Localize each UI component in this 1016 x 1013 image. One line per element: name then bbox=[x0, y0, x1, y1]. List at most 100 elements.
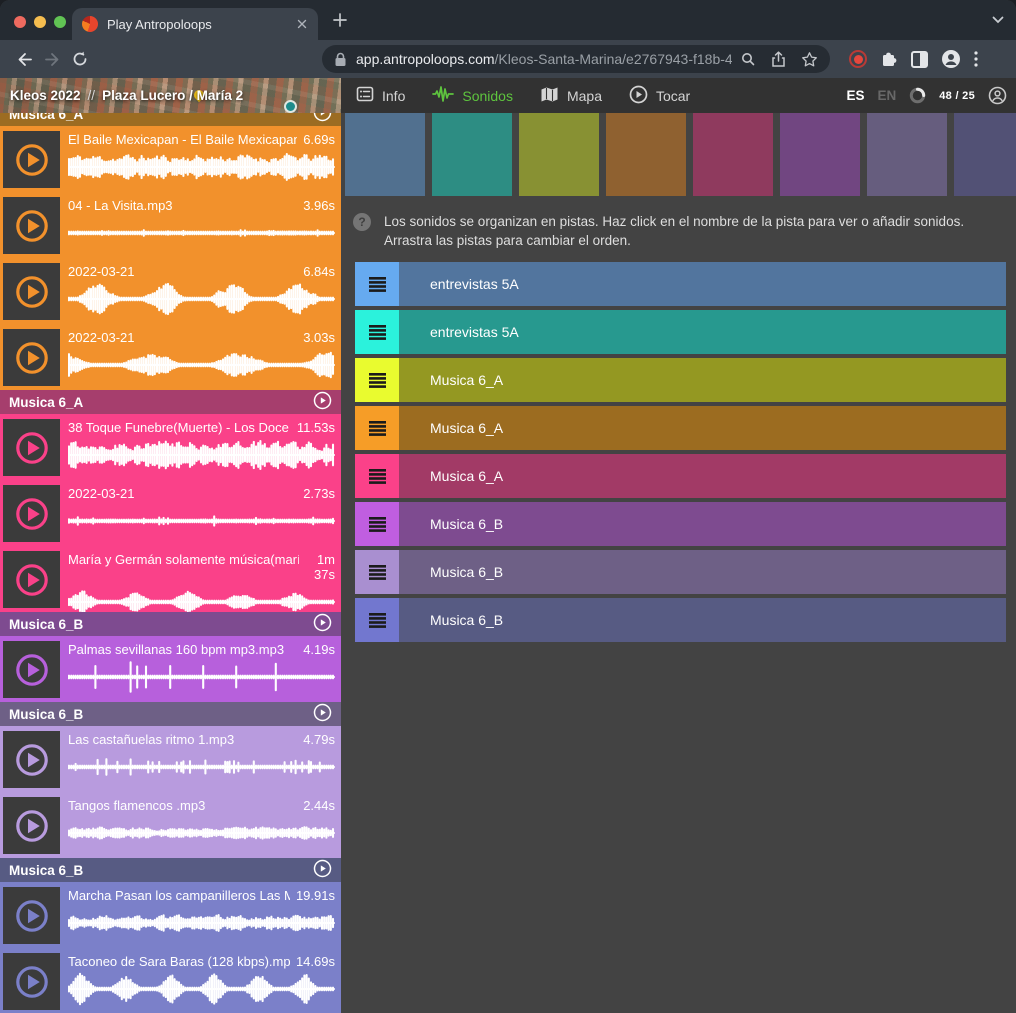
section-header[interactable]: Musica 6_A bbox=[0, 390, 341, 414]
track-drag-handle[interactable] bbox=[355, 358, 399, 402]
track-drag-handle[interactable] bbox=[355, 406, 399, 450]
section-header[interactable]: Musica 6_B bbox=[0, 858, 341, 882]
breadcrumb-project[interactable]: Kleos 2022 bbox=[10, 88, 81, 103]
clip-waveform[interactable] bbox=[68, 280, 335, 318]
side-panel-icon[interactable] bbox=[911, 51, 928, 68]
track-drag-handle[interactable] bbox=[355, 502, 399, 546]
section-play-circle-icon[interactable] bbox=[313, 703, 332, 725]
clip-waveform[interactable] bbox=[68, 346, 335, 384]
clip-waveform[interactable] bbox=[68, 148, 335, 186]
tab-info[interactable]: Info bbox=[356, 85, 405, 106]
close-window-button[interactable] bbox=[14, 16, 26, 28]
track-drag-handle[interactable] bbox=[355, 550, 399, 594]
track-name[interactable]: entrevistas 5A bbox=[399, 262, 1006, 306]
clip-duration: 4.79s bbox=[303, 732, 335, 747]
clip-play-button[interactable] bbox=[3, 641, 60, 698]
address-bar[interactable]: app.antropoloops.com/Kleos-Santa-Marina/… bbox=[322, 45, 830, 73]
clip-play-button[interactable] bbox=[3, 953, 60, 1010]
track-drag-handle[interactable] bbox=[355, 262, 399, 306]
forward-button[interactable] bbox=[38, 45, 66, 73]
track-color-swatch[interactable] bbox=[693, 113, 773, 196]
clip-duration: 3.03s bbox=[303, 330, 335, 345]
track-name[interactable]: Musica 6_A bbox=[399, 406, 1006, 450]
extensions-puzzle-icon[interactable] bbox=[880, 50, 898, 68]
lang-en[interactable]: EN bbox=[877, 88, 896, 103]
record-extension-icon[interactable] bbox=[849, 50, 867, 68]
section-play-circle-icon[interactable] bbox=[313, 113, 332, 125]
track-name[interactable]: Musica 6_B bbox=[399, 502, 1006, 546]
tab-close-icon[interactable] bbox=[296, 18, 308, 30]
track-row[interactable]: Musica 6_B bbox=[355, 598, 1006, 642]
tab-tocar[interactable]: Tocar bbox=[629, 85, 690, 107]
track-color-swatch[interactable] bbox=[606, 113, 686, 196]
track-color-swatch[interactable] bbox=[432, 113, 512, 196]
browser-tab[interactable]: Play Antropoloops bbox=[72, 8, 318, 40]
section-play-circle-icon[interactable] bbox=[313, 613, 332, 635]
clip-play-button[interactable] bbox=[3, 485, 60, 542]
browser-menu-kebab-icon[interactable] bbox=[974, 51, 978, 67]
section-header[interactable]: Musica 6_B bbox=[0, 612, 341, 636]
clip-play-button[interactable] bbox=[3, 131, 60, 188]
tab-sonidos[interactable]: Sonidos bbox=[432, 85, 513, 106]
clip-waveform[interactable] bbox=[68, 748, 335, 786]
track-name[interactable]: Musica 6_A bbox=[399, 358, 1006, 402]
drag-handle-icon bbox=[369, 613, 386, 628]
new-tab-button[interactable] bbox=[332, 12, 348, 28]
track-name[interactable]: Musica 6_B bbox=[399, 598, 1006, 642]
zoom-page-icon[interactable] bbox=[740, 51, 756, 67]
account-icon[interactable] bbox=[988, 86, 1007, 105]
track-row[interactable]: Musica 6_A bbox=[355, 358, 1006, 402]
track-row[interactable]: Musica 6_A bbox=[355, 454, 1006, 498]
track-drag-handle[interactable] bbox=[355, 310, 399, 354]
track-row[interactable]: Musica 6_B bbox=[355, 550, 1006, 594]
section-header[interactable]: Musica 6_A bbox=[0, 113, 341, 126]
section-header[interactable]: Musica 6_B bbox=[0, 702, 341, 726]
bookmark-star-icon[interactable] bbox=[801, 51, 818, 68]
clip-play-button[interactable] bbox=[3, 731, 60, 788]
minimize-window-button[interactable] bbox=[34, 16, 46, 28]
track-name[interactable]: entrevistas 5A bbox=[399, 310, 1006, 354]
url-text[interactable]: app.antropoloops.com/Kleos-Santa-Marina/… bbox=[356, 51, 732, 67]
clip-waveform[interactable] bbox=[68, 214, 335, 252]
clip-play-button[interactable] bbox=[3, 197, 60, 254]
clip-waveform[interactable] bbox=[68, 970, 335, 1008]
lock-icon[interactable] bbox=[334, 52, 347, 67]
clip-name: El Baile Mexicapan - El Baile Mexicapan.… bbox=[68, 132, 297, 147]
share-icon[interactable] bbox=[771, 51, 786, 68]
clip-waveform[interactable] bbox=[68, 814, 335, 852]
back-button[interactable] bbox=[10, 45, 38, 73]
clip-play-button[interactable] bbox=[3, 551, 60, 608]
clip-play-button[interactable] bbox=[3, 329, 60, 386]
track-name[interactable]: Musica 6_B bbox=[399, 550, 1006, 594]
zoom-window-button[interactable] bbox=[54, 16, 66, 28]
track-color-swatch[interactable] bbox=[867, 113, 947, 196]
clip-waveform[interactable] bbox=[68, 436, 335, 474]
track-color-swatch[interactable] bbox=[780, 113, 860, 196]
profile-avatar[interactable] bbox=[941, 49, 961, 69]
clip-play-button[interactable] bbox=[3, 419, 60, 476]
track-drag-handle[interactable] bbox=[355, 454, 399, 498]
track-row[interactable]: entrevistas 5A bbox=[355, 262, 1006, 306]
reload-button[interactable] bbox=[66, 45, 94, 73]
track-name[interactable]: Musica 6_A bbox=[399, 454, 1006, 498]
lang-es[interactable]: ES bbox=[846, 88, 864, 103]
clip-waveform[interactable] bbox=[68, 502, 335, 540]
clip-waveform[interactable] bbox=[68, 658, 335, 696]
tab-mapa[interactable]: Mapa bbox=[540, 86, 602, 106]
clip-play-button[interactable] bbox=[3, 797, 60, 854]
track-row[interactable]: Musica 6_A bbox=[355, 406, 1006, 450]
track-color-swatch[interactable] bbox=[519, 113, 599, 196]
clip-waveform[interactable] bbox=[68, 904, 335, 942]
section-play-circle-icon[interactable] bbox=[313, 859, 332, 881]
track-color-swatch[interactable] bbox=[345, 113, 425, 196]
track-row[interactable]: Musica 6_B bbox=[355, 502, 1006, 546]
clip-play-button[interactable] bbox=[3, 887, 60, 944]
audio-clip: 2022-03-21 6.84s bbox=[0, 258, 341, 324]
map-icon bbox=[540, 86, 559, 106]
track-color-swatch[interactable] bbox=[954, 113, 1016, 196]
clip-play-button[interactable] bbox=[3, 263, 60, 320]
track-row[interactable]: entrevistas 5A bbox=[355, 310, 1006, 354]
track-drag-handle[interactable] bbox=[355, 598, 399, 642]
section-play-circle-icon[interactable] bbox=[313, 391, 332, 413]
tab-search-chevron-icon[interactable] bbox=[992, 16, 1004, 24]
